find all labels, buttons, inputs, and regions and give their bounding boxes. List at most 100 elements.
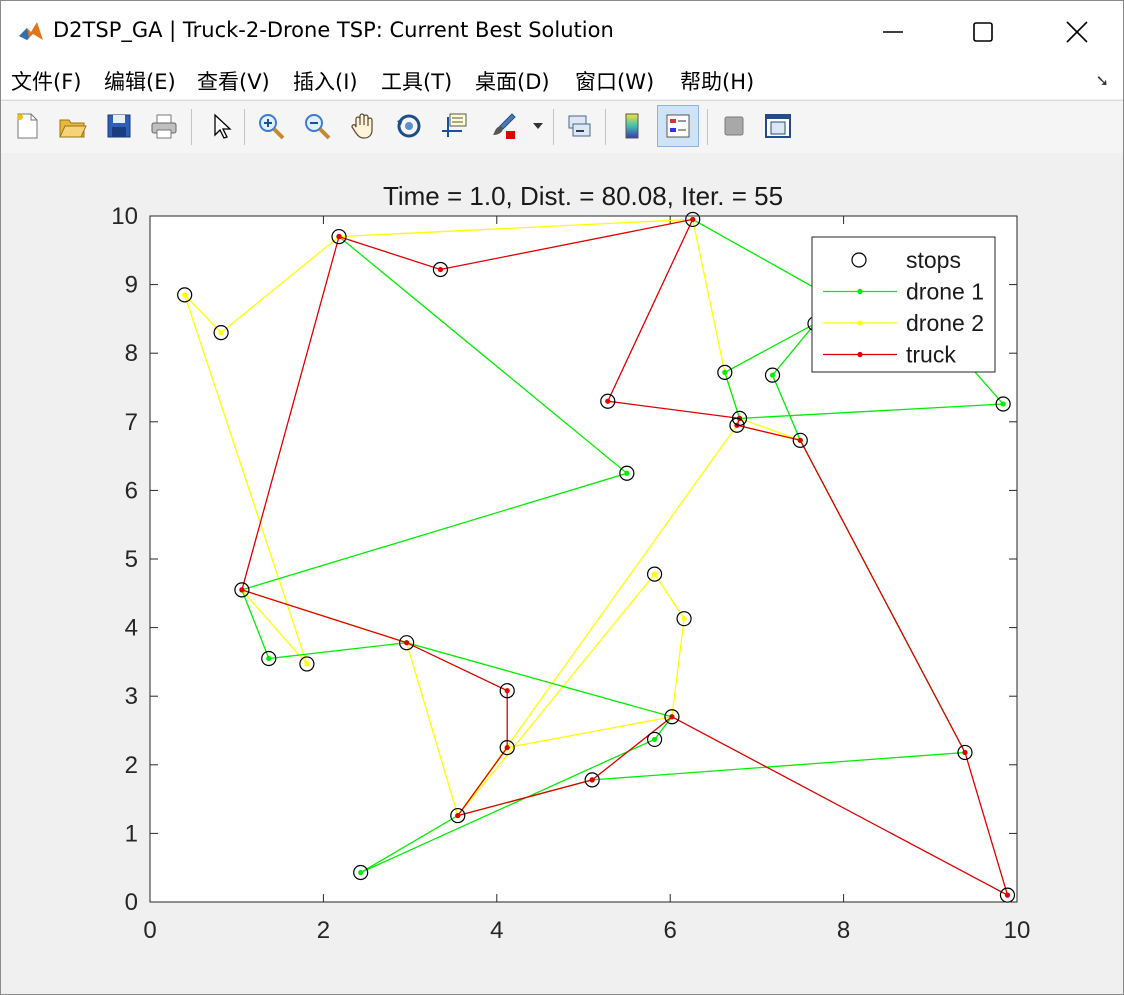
show-plot-tools-icon	[765, 114, 791, 138]
y-tick-label: 6	[125, 477, 138, 504]
colorbar-button[interactable]	[611, 105, 653, 147]
legend-icon	[666, 114, 690, 138]
pan-hand-icon	[351, 113, 373, 139]
legend-point-sample	[857, 320, 863, 326]
truck-point-marker	[404, 640, 410, 646]
drone-1-point-marker	[358, 869, 364, 876]
truck-point-marker	[336, 233, 342, 240]
y-tick-label: 0	[125, 889, 138, 916]
menu-bar: 文件(F) 编辑(E) 查看(V) 插入(I) 工具(T) 桌面(D) 窗口(W…	[1, 63, 1123, 99]
brush-dropdown-arrow-icon[interactable]	[528, 105, 548, 147]
figure-toolbar	[1, 100, 1123, 154]
truck-point-marker	[239, 587, 245, 593]
rotate-3d-icon	[397, 114, 421, 138]
maximize-button[interactable]	[937, 1, 1029, 63]
y-tick-label: 1	[125, 820, 138, 847]
pointer-icon	[214, 113, 232, 139]
toolbar-separator	[553, 109, 554, 145]
x-tick-label: 8	[837, 917, 850, 944]
dock-arrow-icon[interactable]: ➘	[1096, 71, 1109, 90]
rotate-3d-button[interactable]	[388, 105, 430, 147]
show-plot-tools-button[interactable]	[757, 105, 799, 147]
legend-point-sample	[857, 288, 863, 295]
menu-insert[interactable]: 插入(I)	[293, 66, 358, 96]
new-figure-icon	[17, 113, 38, 139]
truck-point-marker	[690, 216, 696, 223]
legend-label: truck	[906, 342, 956, 368]
menu-window[interactable]: 窗口(W)	[575, 66, 654, 96]
drone-1-point-marker	[722, 369, 728, 376]
chart-title: Time = 1.0, Dist. = 80.08, Iter. = 55	[383, 181, 783, 211]
legend-label: drone 1	[906, 279, 984, 305]
x-tick-label: 0	[143, 917, 156, 944]
hide-plot-tools-icon	[724, 116, 744, 136]
data-cursor-icon	[442, 113, 467, 137]
drone-2-point-marker	[218, 330, 224, 336]
minimize-button[interactable]	[847, 1, 939, 63]
x-tick-label: 6	[664, 917, 677, 944]
y-tick-label: 5	[125, 546, 138, 573]
drone-2-point-marker	[182, 292, 188, 298]
open-file-icon	[59, 119, 87, 138]
menu-tools[interactable]: 工具(T)	[381, 66, 452, 96]
x-tick-label: 2	[317, 917, 330, 944]
link-plot-button[interactable]	[558, 105, 600, 147]
drone-2-point-marker	[304, 661, 310, 667]
close-button[interactable]	[1031, 1, 1123, 63]
drone-1-point-marker	[624, 470, 630, 476]
new-figure-button[interactable]	[6, 105, 48, 147]
legend[interactable]: stops drone 1 drone 2 truck	[811, 236, 996, 373]
drone-1-point-marker	[769, 372, 776, 378]
colorbar-icon	[625, 113, 639, 139]
truck-point-marker	[962, 749, 968, 756]
toolbar-separator	[191, 109, 192, 145]
x-tick-label: 10	[1004, 917, 1031, 944]
save-button[interactable]	[98, 105, 140, 147]
drone-1-point-marker	[1000, 401, 1006, 407]
save-icon	[107, 114, 131, 138]
y-tick-label: 9	[125, 272, 138, 299]
legend-label: stops	[906, 247, 961, 273]
legend-box	[811, 236, 996, 373]
menu-view[interactable]: 查看(V)	[197, 66, 270, 96]
truck-point-marker	[455, 812, 461, 819]
truck-point-marker	[669, 714, 675, 720]
link-plot-icon	[568, 115, 591, 137]
menu-desktop[interactable]: 桌面(D)	[475, 66, 550, 96]
drone-2-point-marker	[681, 616, 687, 622]
print-icon	[151, 114, 177, 139]
truck-point-marker	[437, 266, 444, 273]
plot-axes[interactable]: Time = 1.0, Dist. = 80.08, Iter. = 55 0 2…	[1, 153, 1123, 994]
drone-1-point-marker	[651, 736, 658, 743]
pointer-button[interactable]	[199, 105, 241, 147]
figure-window: D2TSP_GA | Truck-2-Drone TSP: Current Be…	[0, 0, 1124, 995]
menu-edit[interactable]: 编辑(E)	[104, 66, 176, 96]
zoom-in-button[interactable]	[250, 105, 292, 147]
legend-point-sample	[857, 351, 863, 358]
pan-button[interactable]	[342, 105, 384, 147]
menu-file[interactable]: 文件(F)	[11, 66, 81, 96]
brush-icon	[493, 113, 516, 139]
truck-point-marker	[589, 777, 595, 783]
menu-help[interactable]: 帮助(H)	[680, 66, 754, 96]
window-title: D2TSP_GA | Truck-2-Drone TSP: Current Be…	[53, 18, 614, 42]
x-tick-label: 4	[490, 917, 503, 944]
minimize-icon	[883, 31, 903, 33]
hide-plot-tools-button[interactable]	[713, 105, 755, 147]
close-icon	[1066, 21, 1088, 43]
truck-point-marker	[797, 437, 803, 443]
legend-label: drone 2	[906, 310, 984, 336]
y-tick-label: 7	[125, 409, 138, 436]
brush-button[interactable]	[482, 105, 524, 147]
data-cursor-button[interactable]	[434, 105, 476, 147]
truck-point-marker	[1004, 892, 1011, 898]
y-tick-label: 2	[125, 752, 138, 779]
zoom-out-icon	[305, 114, 331, 140]
legend-button[interactable]	[657, 105, 699, 147]
zoom-out-button[interactable]	[296, 105, 338, 147]
toolbar-separator	[707, 109, 708, 145]
print-button[interactable]	[143, 105, 185, 147]
toolbar-separator	[244, 109, 245, 145]
truck-point-marker	[504, 745, 510, 751]
open-file-button[interactable]	[51, 105, 93, 147]
